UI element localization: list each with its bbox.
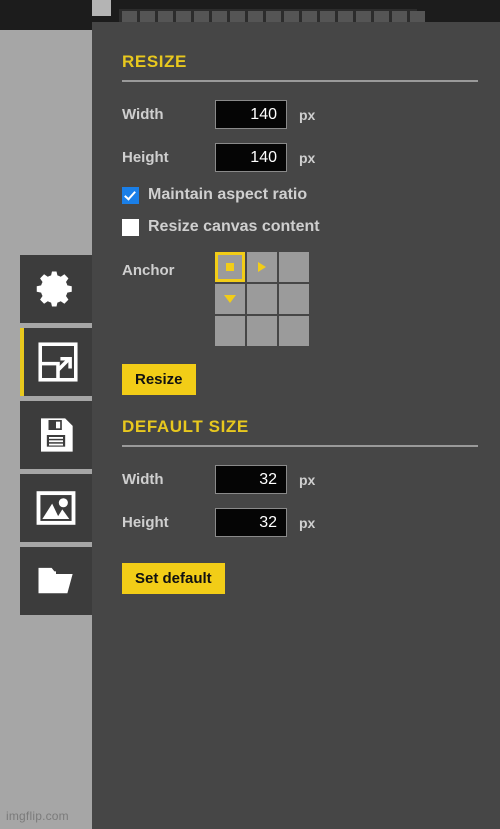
resize-icon (37, 341, 79, 383)
anchor-cell-bottom-center[interactable] (247, 316, 277, 346)
resize-section-title: RESIZE (122, 52, 188, 71)
default-size-section-title: DEFAULT SIZE (122, 417, 249, 436)
default-width-input[interactable] (215, 465, 287, 494)
toolbar-button[interactable] (410, 11, 425, 22)
anchor-cell-top-center[interactable] (247, 252, 277, 282)
toolbar-button[interactable] (302, 11, 317, 22)
sidebar-item-image[interactable] (20, 474, 92, 542)
anchor-cell-top-left[interactable] (215, 252, 245, 282)
resize-height-row: Height px (122, 143, 478, 172)
sidebar-item-save[interactable] (20, 401, 92, 469)
resize-panel: RESIZE Width px Height px Maintain aspec… (92, 22, 500, 829)
image-icon (35, 487, 77, 529)
resize-width-input[interactable] (215, 100, 287, 129)
default-height-input[interactable] (215, 508, 287, 537)
resize-canvas-content-checkbox[interactable] (122, 218, 139, 236)
default-height-row: Height px (122, 508, 478, 537)
toolbar-button[interactable] (212, 11, 227, 22)
resize-height-label: Height (122, 149, 169, 166)
toolbar-button[interactable] (374, 11, 389, 22)
sidebar-item-settings[interactable] (20, 255, 92, 323)
canvas-thumbnail[interactable] (92, 0, 111, 16)
toolbar-button[interactable] (194, 11, 209, 22)
arrow-right-icon (258, 262, 266, 272)
anchor-grid[interactable] (215, 252, 309, 346)
default-size-section-divider (122, 445, 478, 447)
tool-rail (20, 255, 92, 620)
anchor-cell-middle-right[interactable] (279, 284, 309, 314)
toolbar-button[interactable] (158, 11, 173, 22)
toolbar-button[interactable] (122, 11, 137, 22)
gear-icon (35, 268, 77, 310)
default-width-unit: px (299, 471, 316, 488)
maintain-aspect-ratio-label: Maintain aspect ratio (148, 186, 308, 203)
anchor-cell-middle-left[interactable] (215, 284, 245, 314)
toolbar-button[interactable] (248, 11, 263, 22)
toolbar-button[interactable] (284, 11, 299, 22)
maintain-aspect-ratio-row[interactable]: Maintain aspect ratio (122, 186, 478, 204)
arrow-down-icon (224, 295, 236, 303)
toolbar-button[interactable] (176, 11, 191, 22)
anchor-cell-middle-center[interactable] (247, 284, 277, 314)
folder-icon (35, 560, 77, 602)
set-default-button[interactable]: Set default (122, 563, 225, 594)
app-window: imgflip.com RESIZE Width 140 px Height 1… (0, 0, 500, 829)
resize-width-row: Width px (122, 100, 478, 129)
toolbar-button[interactable] (356, 11, 371, 22)
anchor-label: Anchor (122, 262, 175, 279)
toolbar-button[interactable] (392, 11, 407, 22)
toolbar-button[interactable] (338, 11, 353, 22)
anchor-cell-top-right[interactable] (279, 252, 309, 282)
watermark: imgflip.com (6, 809, 69, 823)
resize-button[interactable]: Resize (122, 364, 196, 395)
default-height-unit: px (299, 514, 316, 531)
toolbar-button[interactable] (140, 11, 155, 22)
anchor-cell-bottom-left[interactable] (215, 316, 245, 346)
anchor-cell-bottom-right[interactable] (279, 316, 309, 346)
sidebar-item-resize[interactable] (20, 328, 92, 396)
maintain-aspect-ratio-checkbox[interactable] (122, 186, 139, 204)
toolbar-button[interactable] (320, 11, 335, 22)
sidebar-item-open[interactable] (20, 547, 92, 615)
anchor-row: Anchor (122, 252, 478, 346)
default-height-label: Height (122, 514, 169, 531)
default-width-row: Width px (122, 465, 478, 494)
floppy-disk-icon (36, 415, 76, 455)
toolbar-button[interactable] (266, 11, 281, 22)
resize-width-unit: px (299, 106, 316, 123)
toolbar-button[interactable] (230, 11, 245, 22)
resize-canvas-content-label: Resize canvas content (148, 218, 320, 235)
default-width-label: Width (122, 471, 164, 488)
resize-canvas-content-row[interactable]: Resize canvas content (122, 218, 478, 236)
resize-height-input[interactable] (215, 143, 287, 172)
resize-width-label: Width (122, 106, 164, 123)
resize-height-unit: px (299, 149, 316, 166)
resize-section-divider (122, 80, 478, 82)
anchor-selected-dot-icon (226, 263, 234, 271)
